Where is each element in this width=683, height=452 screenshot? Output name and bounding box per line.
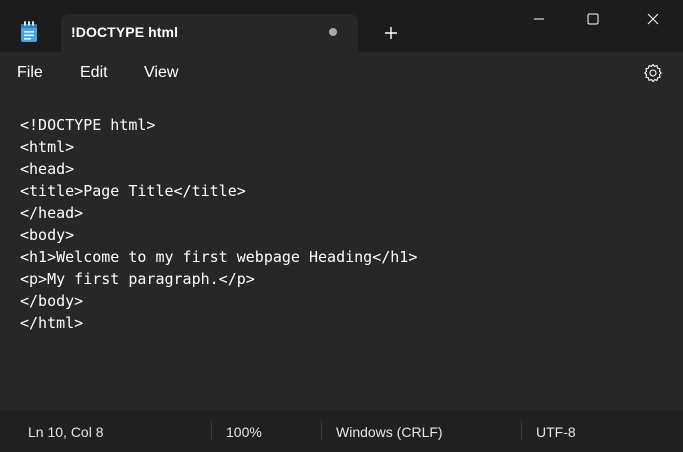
text-editor[interactable]: <!DOCTYPE html> <html> <head> <title>Pag… <box>0 96 683 410</box>
close-icon[interactable] <box>626 0 680 38</box>
tab-title: !DOCTYPE html <box>71 24 179 40</box>
editor-content[interactable]: <!DOCTYPE html> <html> <head> <title>Pag… <box>20 114 417 334</box>
code-line: </html> <box>20 314 84 332</box>
code-line: <!DOCTYPE html> <box>20 116 156 134</box>
zoom-level[interactable]: 100% <box>226 424 262 440</box>
title-bar: !DOCTYPE html <box>0 0 683 52</box>
status-divider <box>321 421 322 441</box>
gear-icon[interactable] <box>640 60 666 86</box>
menu-bar: File Edit View <box>0 52 683 96</box>
code-line: <body> <box>20 226 75 244</box>
code-line: <h1>Welcome to my first webpage Heading<… <box>20 248 418 266</box>
encoding[interactable]: UTF-8 <box>536 424 576 440</box>
status-divider <box>521 421 522 441</box>
notepad-icon <box>19 21 39 43</box>
code-line: <head> <box>20 160 75 178</box>
menu-edit[interactable]: Edit <box>80 64 108 82</box>
code-line: <p>My first paragraph.</p> <box>20 270 255 288</box>
minimize-icon[interactable] <box>512 0 566 38</box>
menu-view[interactable]: View <box>144 64 178 82</box>
status-divider <box>211 421 212 441</box>
code-line: </head> <box>20 204 84 222</box>
code-line: <title>Page Title</title> <box>20 182 246 200</box>
document-tab[interactable]: !DOCTYPE html <box>61 14 358 52</box>
plus-icon[interactable] <box>376 18 406 48</box>
cursor-position[interactable]: Ln 10, Col 8 <box>28 424 104 440</box>
maximize-icon[interactable] <box>566 0 620 38</box>
code-line: </body> <box>20 292 84 310</box>
status-bar: Ln 10, Col 8 100% Windows (CRLF) UTF-8 <box>0 410 683 452</box>
code-line: <html> <box>20 138 75 156</box>
line-ending[interactable]: Windows (CRLF) <box>336 424 443 440</box>
unsaved-dot-icon[interactable] <box>329 28 337 36</box>
menu-file[interactable]: File <box>17 64 43 82</box>
